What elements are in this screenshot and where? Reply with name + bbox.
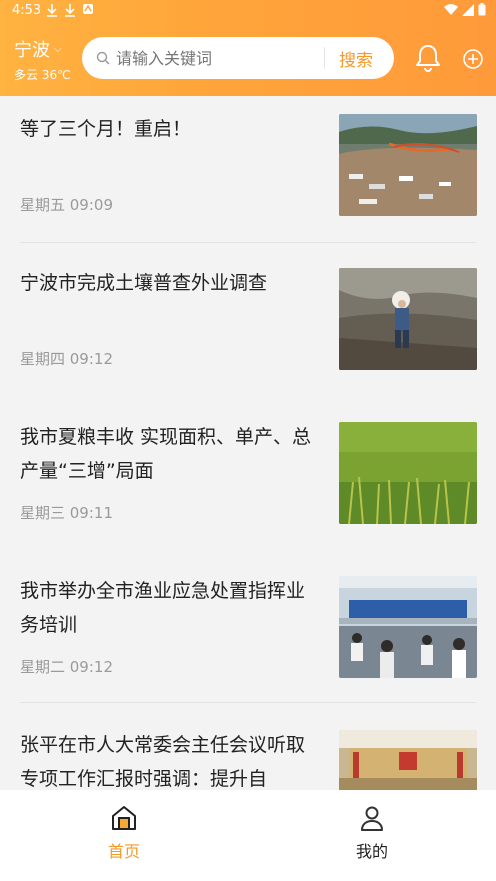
status-bar: 4:53	[0, 0, 496, 22]
location-selector[interactable]: 宁波 ⌵ 多云 36℃	[14, 36, 71, 83]
search-divider	[324, 47, 325, 69]
news-item[interactable]: 等了三个月！重启！ 星期五 09:09	[0, 96, 496, 250]
news-thumbnail	[339, 268, 477, 370]
home-icon	[112, 806, 136, 830]
news-time: 星期三 09:11	[20, 504, 113, 522]
news-title: 我市举办全市渔业应急处置指挥业务培训	[20, 580, 306, 636]
add-circle-icon[interactable]	[462, 48, 484, 70]
news-time: 星期二 09:12	[20, 658, 113, 676]
news-thumbnail	[339, 576, 477, 678]
news-item[interactable]: 我市夏粮丰收 实现面积、单产、总产量“三增”局面 星期三 09:11	[0, 404, 496, 558]
city-name: 宁波	[14, 40, 50, 61]
download-icon	[47, 4, 57, 17]
news-list[interactable]: 等了三个月！重启！ 星期五 09:09 宁波市完成土壤普查外业调查 星期四 09…	[0, 96, 496, 790]
wifi-icon	[444, 3, 458, 15]
news-time: 星期五 09:09	[20, 196, 113, 214]
news-time: 星期四 09:12	[20, 350, 113, 368]
app-notification-icon	[83, 4, 93, 14]
news-item[interactable]: 宁波市完成土壤普查外业调查 星期四 09:12	[0, 250, 496, 404]
news-thumbnail	[339, 422, 477, 524]
news-thumbnail	[339, 114, 477, 216]
user-icon	[361, 806, 383, 831]
search-input[interactable]	[116, 48, 324, 68]
system-icons	[444, 3, 486, 16]
news-title: 等了三个月！重启！	[20, 118, 192, 140]
notification-icons	[46, 3, 94, 17]
news-item[interactable]: 张平在市人大常委会主任会议听取专项工作汇报时强调：提升自	[0, 712, 496, 790]
battery-icon	[478, 3, 486, 16]
nav-home[interactable]: 首页	[84, 804, 164, 862]
app-header: 4:53 宁波 ⌵ 多云 36℃ 搜索	[0, 0, 496, 96]
chevron-down-icon: ⌵	[54, 43, 62, 55]
nav-profile-label: 我的	[355, 842, 388, 861]
search-bar[interactable]: 搜索	[82, 37, 394, 79]
list-divider	[20, 242, 476, 243]
status-time: 4:53	[12, 3, 42, 18]
news-title: 张平在市人大常委会主任会议听取专项工作汇报时强调：提升自	[20, 734, 306, 790]
weather-info: 多云 36℃	[14, 68, 71, 82]
search-button[interactable]: 搜索	[339, 46, 373, 71]
download-icon	[65, 4, 75, 17]
list-divider	[20, 702, 476, 703]
bell-icon[interactable]	[414, 43, 442, 73]
bottom-navigation: 首页 我的	[0, 790, 496, 881]
nav-home-label: 首页	[107, 842, 140, 861]
signal-icon	[462, 3, 474, 16]
news-thumbnail	[339, 730, 477, 790]
search-icon	[96, 51, 110, 65]
news-title: 我市夏粮丰收 实现面积、单产、总产量“三增”局面	[20, 426, 312, 482]
nav-profile[interactable]: 我的	[332, 804, 412, 862]
news-item[interactable]: 我市举办全市渔业应急处置指挥业务培训 星期二 09:12	[0, 558, 496, 712]
news-title: 宁波市完成土壤普查外业调查	[20, 272, 268, 294]
